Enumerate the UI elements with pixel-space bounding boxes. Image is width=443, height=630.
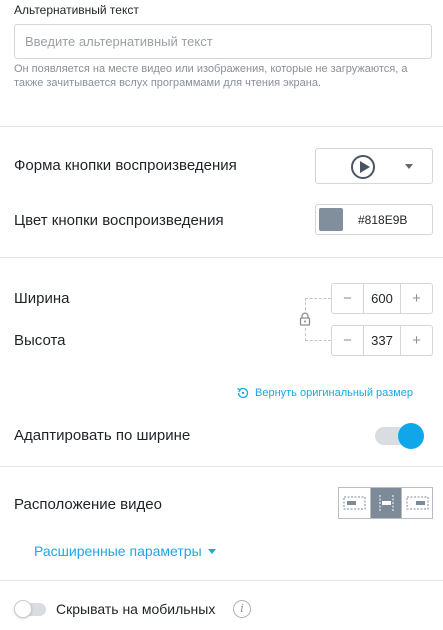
align-center-icon — [379, 495, 394, 511]
alt-text-label: Альтернативный текст — [14, 3, 139, 17]
width-stepper[interactable]: − 600 + — [331, 283, 433, 314]
alt-text-hint: Он появляется на месте видео или изображ… — [14, 63, 408, 89]
height-stepper[interactable]: − 337 + — [331, 325, 433, 356]
video-align-group[interactable] — [338, 487, 433, 519]
reset-size-link[interactable]: Вернуть оригинальный размер — [236, 386, 413, 400]
play-shape-label: Форма кнопки воспроизведения — [14, 157, 237, 174]
width-value[interactable]: 600 — [363, 284, 401, 313]
info-icon[interactable]: i — [233, 600, 251, 618]
toggle-knob — [398, 423, 424, 449]
chevron-down-icon — [207, 548, 216, 554]
advanced-settings-label: Расширенные параметры — [34, 543, 202, 559]
width-decrement-button[interactable]: − — [332, 284, 363, 313]
align-right-button[interactable] — [401, 488, 432, 518]
reset-size-label: Вернуть оригинальный размер — [255, 387, 413, 399]
width-label: Ширина — [14, 290, 70, 307]
hide-mobile-toggle[interactable] — [14, 600, 46, 618]
aspect-link-line — [305, 298, 306, 310]
align-left-button[interactable] — [339, 488, 370, 518]
color-hex-value: #818E9B — [358, 213, 408, 227]
color-swatch[interactable] — [319, 208, 343, 231]
align-center-button[interactable] — [370, 488, 401, 518]
play-circle-icon — [351, 155, 375, 179]
divider — [0, 466, 443, 467]
alt-text-input[interactable]: Введите альтернативный текст — [14, 24, 432, 59]
hide-mobile-label: Скрывать на мобильных — [56, 601, 216, 617]
width-increment-button[interactable]: + — [401, 284, 432, 313]
aspect-link-line — [305, 298, 331, 299]
play-color-label: Цвет кнопки воспроизведения — [14, 212, 224, 229]
divider — [0, 257, 443, 258]
divider — [0, 580, 443, 581]
fit-width-toggle[interactable] — [375, 423, 424, 449]
fit-width-label: Адаптировать по ширине — [14, 427, 191, 444]
video-align-label: Расположение видео — [14, 496, 162, 513]
divider — [0, 126, 443, 127]
chevron-down-icon — [405, 164, 413, 169]
height-label: Высота — [14, 332, 66, 349]
advanced-settings-link[interactable]: Расширенные параметры — [34, 543, 216, 559]
lock-icon[interactable] — [298, 312, 312, 326]
reset-icon — [236, 386, 250, 400]
aspect-link-line — [305, 340, 331, 341]
play-shape-select[interactable] — [315, 148, 433, 184]
align-right-icon — [406, 496, 429, 510]
height-increment-button[interactable]: + — [401, 326, 432, 355]
height-value[interactable]: 337 — [363, 326, 401, 355]
align-left-icon — [343, 496, 366, 510]
toggle-knob — [14, 600, 32, 618]
height-decrement-button[interactable]: − — [332, 326, 363, 355]
play-color-field[interactable]: #818E9B — [315, 204, 433, 235]
